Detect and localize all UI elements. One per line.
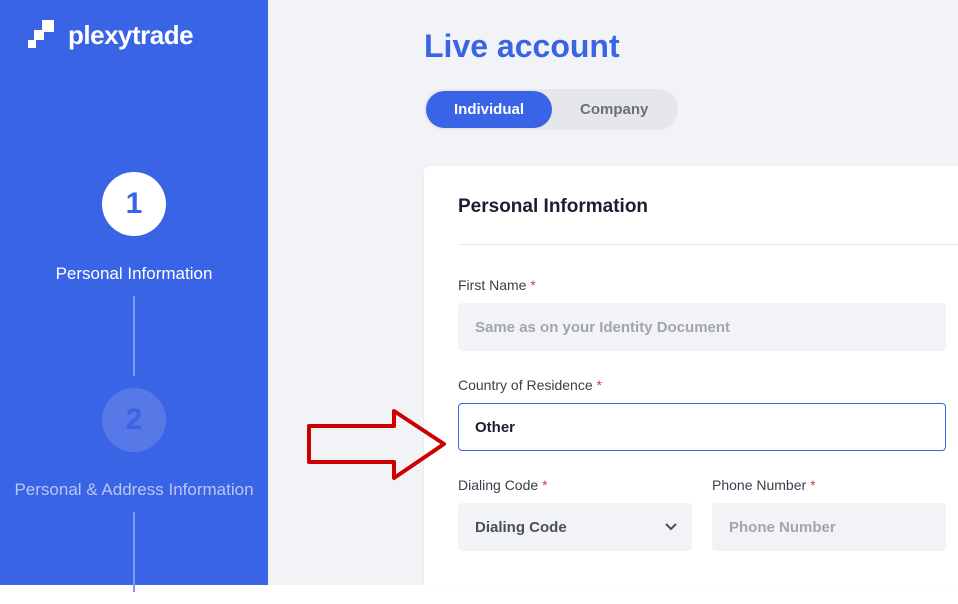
country-field: Country of Residence *	[458, 377, 946, 451]
first-name-input[interactable]	[458, 303, 946, 351]
step-2-label: Personal & Address Information	[14, 480, 253, 500]
toggle-individual[interactable]: Individual	[426, 91, 552, 128]
annotation-arrow-icon	[304, 406, 454, 486]
form-card: Personal Information First Name * Countr…	[424, 166, 958, 585]
logo-icon	[24, 18, 58, 52]
sidebar: plexytrade 1 Personal Information 2 Pers…	[0, 0, 268, 585]
country-select[interactable]	[458, 403, 946, 451]
step-1-circle[interactable]: 1	[102, 172, 166, 236]
phone-number-input[interactable]	[712, 503, 946, 551]
account-type-toggle: Individual Company	[424, 89, 678, 130]
step-list: 1 Personal Information 2 Personal & Addr…	[0, 172, 268, 604]
toggle-company[interactable]: Company	[552, 91, 676, 128]
section-title: Personal Information	[458, 196, 958, 245]
phone-number-field: Phone Number *	[712, 477, 946, 551]
step-1-label: Personal Information	[56, 264, 213, 284]
step-connector	[133, 296, 135, 376]
step-connector	[133, 512, 135, 592]
brand-logo: plexytrade	[0, 18, 268, 52]
country-label: Country of Residence *	[458, 377, 946, 393]
brand-name: plexytrade	[68, 20, 193, 51]
first-name-label: First Name *	[458, 277, 946, 293]
phone-number-label: Phone Number *	[712, 477, 946, 493]
dialing-code-select[interactable]	[458, 503, 692, 551]
step-2-circle[interactable]: 2	[102, 388, 166, 452]
dialing-code-label: Dialing Code *	[458, 477, 692, 493]
page-title: Live account	[424, 28, 958, 65]
main-content: Live account Individual Company Personal…	[268, 0, 958, 585]
first-name-field: First Name *	[458, 277, 946, 351]
dialing-code-field: Dialing Code *	[458, 477, 692, 551]
